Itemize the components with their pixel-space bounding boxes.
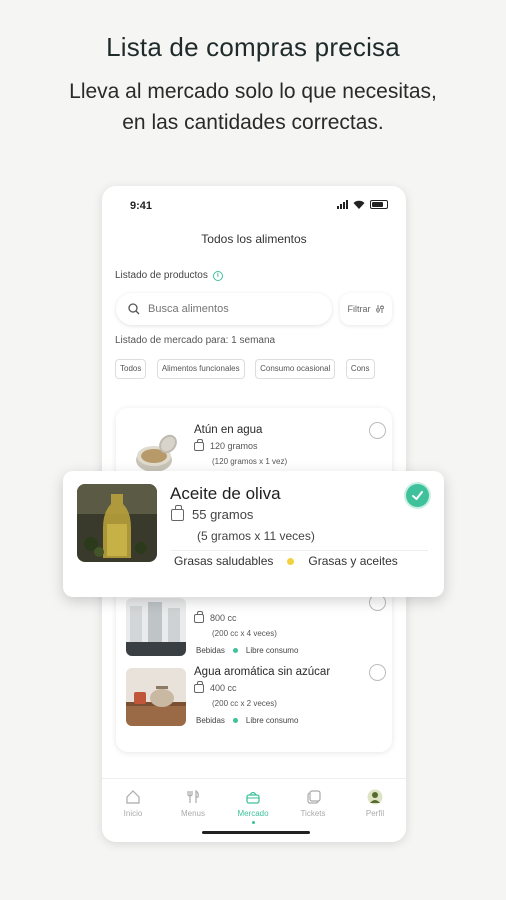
bag-icon — [194, 680, 204, 693]
tag-dot — [232, 648, 238, 653]
chip-todos[interactable]: Todos — [115, 359, 147, 379]
chip-alimentos-funcionales[interactable]: Alimentos funcionales — [156, 359, 245, 379]
nav-label: Perfil — [365, 809, 385, 818]
chip-consumo-ocasional[interactable]: Consumo ocasional — [255, 359, 336, 379]
highlight-qty: 55 gramos — [171, 504, 254, 522]
highlighted-item-card[interactable]: Aceite de oliva 55 gramos (5 gramos x 11… — [63, 471, 444, 597]
products-label: Listado de productos — [115, 270, 208, 281]
nav-item-menus[interactable]: Menus — [168, 789, 218, 818]
promo-title: Lista de compras precisa — [106, 32, 400, 62]
search-icon — [128, 303, 140, 315]
home-indicator — [202, 831, 310, 834]
product-image-bebida — [126, 598, 186, 656]
filter-label: Filtrar — [347, 304, 371, 314]
item-qty-value: 800 cc — [210, 613, 237, 623]
search-input[interactable] — [148, 303, 308, 315]
item-tags: Bebidas Libre consumo — [196, 716, 298, 725]
item-qty-value: 120 gramos — [210, 441, 258, 451]
tag-group: Grasas y aceites — [308, 554, 398, 568]
avatar-icon — [367, 789, 383, 805]
battery-icon — [370, 200, 388, 209]
nav-item-perfil[interactable]: Perfil — [350, 789, 400, 818]
item-calc: (200 cc x 4 veces) — [212, 629, 277, 638]
item-name: Agua aromática sin azúcar — [194, 666, 331, 678]
market-label: Listado de mercado para: 1 semana — [115, 335, 276, 346]
tag-category: Bebidas — [196, 716, 225, 725]
status-bar: 9:41 — [130, 200, 388, 214]
item-name: Atún en agua — [194, 424, 263, 436]
promo-subtitle-line2: en las cantidades correctas. — [122, 111, 384, 134]
tag-consumption: Libre consumo — [245, 716, 299, 725]
list-item[interactable]: 800 cc (200 cc x 4 veces) Bebidas Libre … — [124, 594, 386, 664]
chip-cons[interactable]: Cons — [345, 359, 375, 379]
signal-icon — [337, 200, 348, 209]
nav-label: Tickets — [300, 809, 326, 818]
cutlery-icon — [187, 789, 199, 803]
highlight-qty-value: 55 gramos — [192, 507, 254, 522]
item-select-radio[interactable] — [369, 422, 386, 439]
nav-item-mercado[interactable]: Mercado — [228, 789, 278, 824]
category-chips: Todos Alimentos funcionales Consumo ocas… — [115, 358, 406, 380]
highlight-name: Aceite de oliva — [170, 484, 281, 503]
item-select-radio[interactable] — [369, 664, 386, 681]
tickets-icon — [307, 790, 321, 804]
item-qty: 400 cc — [194, 680, 237, 693]
nav-label: Mercado — [237, 809, 269, 818]
checked-checkbox[interactable] — [406, 484, 429, 507]
bag-icon — [171, 504, 184, 521]
item-qty: 120 gramos — [194, 438, 258, 451]
bag-icon — [194, 610, 204, 623]
promo-subtitle-line1: Lleva al mercado solo lo que necesitas, — [69, 80, 437, 103]
status-icons — [337, 200, 388, 209]
promo-subtitle: Lleva al mercado solo lo que necesitas, … — [0, 76, 506, 138]
highlight-calc: (5 gramos x 11 veces) — [197, 529, 315, 543]
tag-category: Grasas saludables — [174, 554, 274, 568]
product-image-agua-aromatica — [126, 668, 186, 726]
info-icon[interactable]: i — [212, 270, 223, 281]
home-icon — [126, 790, 140, 804]
nav-item-tickets[interactable]: Tickets — [288, 789, 338, 818]
tag-dot — [287, 557, 295, 565]
status-time: 9:41 — [130, 200, 153, 212]
tag-category: Bebidas — [196, 646, 225, 655]
products-section-label: Listado de productos i — [115, 270, 223, 281]
bag-icon — [194, 438, 204, 451]
nav-item-inicio[interactable]: Inicio — [108, 789, 158, 818]
nav-active-dot — [251, 821, 255, 824]
nav-label: Inicio — [123, 809, 143, 818]
search-bar[interactable] — [116, 293, 332, 325]
filter-button[interactable]: Filtrar — [340, 293, 392, 325]
tag-dot — [232, 718, 238, 723]
wifi-icon — [353, 200, 365, 209]
page-title: Todos los alimentos — [201, 232, 307, 246]
bottom-nav: Inicio Menus Mercado Tickets Perfil — [102, 778, 406, 842]
product-image-aceite — [77, 484, 157, 562]
tag-consumption: Libre consumo — [245, 646, 299, 655]
item-calc: (200 cc x 2 veces) — [212, 699, 277, 708]
item-calc: (120 gramos x 1 vez) — [212, 457, 288, 466]
item-qty-value: 400 cc — [210, 683, 237, 693]
divider — [171, 550, 428, 551]
basket-icon — [246, 791, 260, 804]
nav-label: Menus — [180, 809, 205, 818]
list-item[interactable]: Agua aromática sin azúcar 400 cc (200 cc… — [124, 664, 386, 734]
item-tags: Bebidas Libre consumo — [196, 646, 298, 655]
check-icon — [412, 491, 423, 500]
sliders-icon — [375, 305, 384, 313]
item-qty: 800 cc — [194, 610, 237, 623]
highlight-tags: Grasas saludables Grasas y aceites — [174, 554, 398, 568]
